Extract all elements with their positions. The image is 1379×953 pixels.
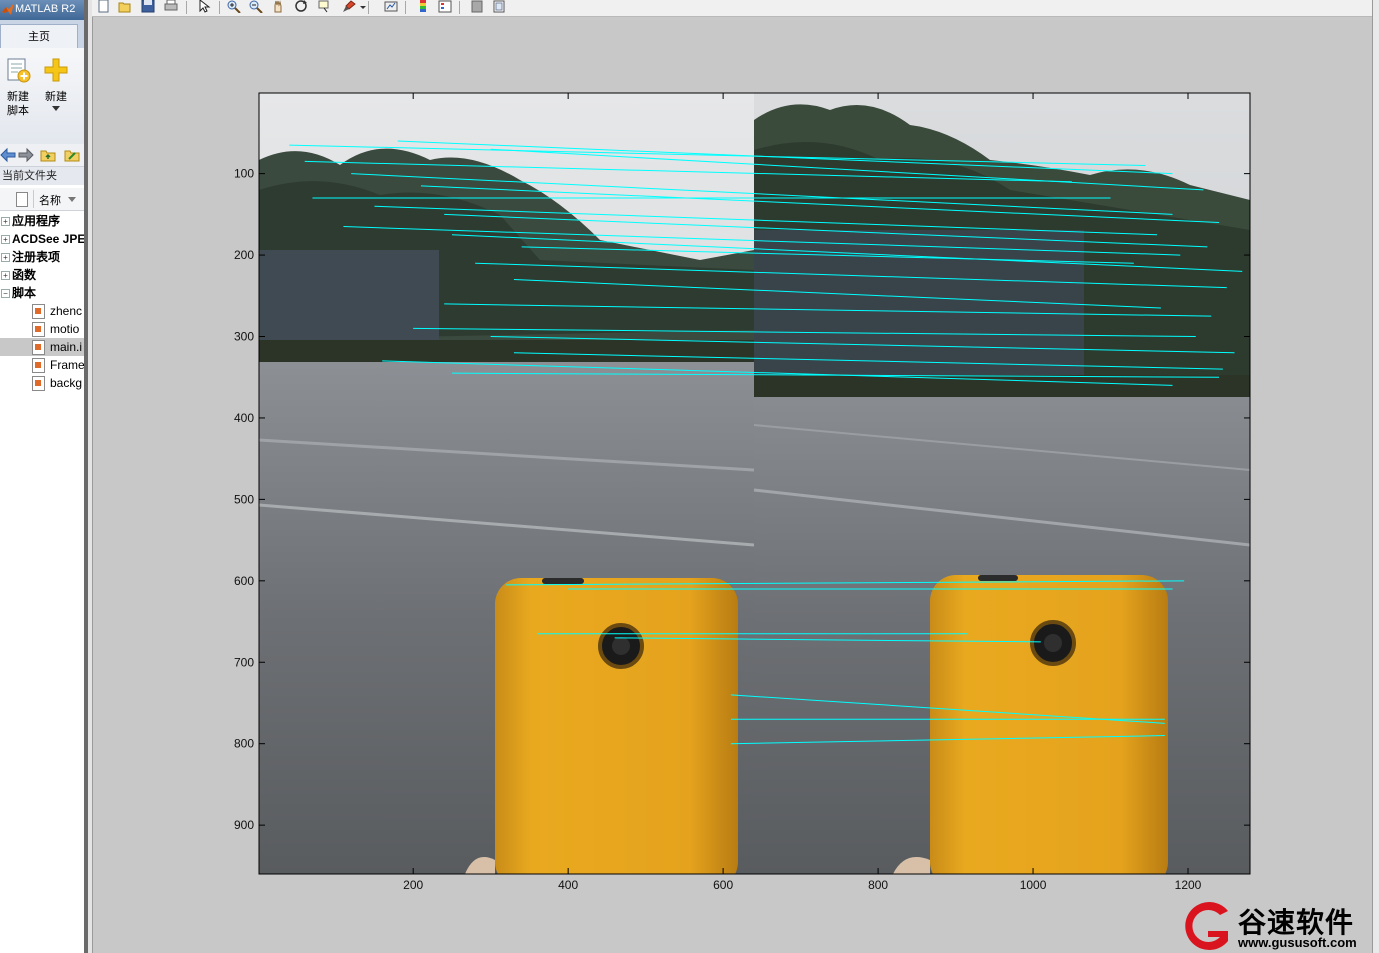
- x-tick-label: 1000: [1020, 878, 1047, 892]
- y-tick-label: 800: [234, 737, 254, 751]
- x-tick-label: 600: [713, 878, 733, 892]
- watermark-url-text: www.gususoft.com: [1238, 935, 1357, 950]
- x-tick-label: 200: [403, 878, 423, 892]
- y-tick-label: 100: [234, 167, 254, 181]
- stitched-image: [259, 93, 1250, 874]
- y-tick-label: 400: [234, 411, 254, 425]
- y-tick-label: 600: [234, 574, 254, 588]
- x-tick-label: 400: [558, 878, 578, 892]
- x-tick-label: 1200: [1175, 878, 1202, 892]
- x-tick-label: 800: [868, 878, 888, 892]
- feature-match-axes: 200 400 600 800 1000 1200 100 200 300 400 500 600 7…: [234, 92, 1251, 892]
- y-tick-label: 900: [234, 818, 254, 832]
- y-tick-label: 700: [234, 655, 254, 669]
- y-tick-label: 200: [234, 248, 254, 262]
- gusu-soft-watermark: 谷速软件 www.gususoft.com: [1178, 895, 1379, 953]
- gusu-logo-icon: [1185, 902, 1228, 950]
- y-tick-label: 500: [234, 492, 254, 506]
- y-tick-label: 300: [234, 330, 254, 344]
